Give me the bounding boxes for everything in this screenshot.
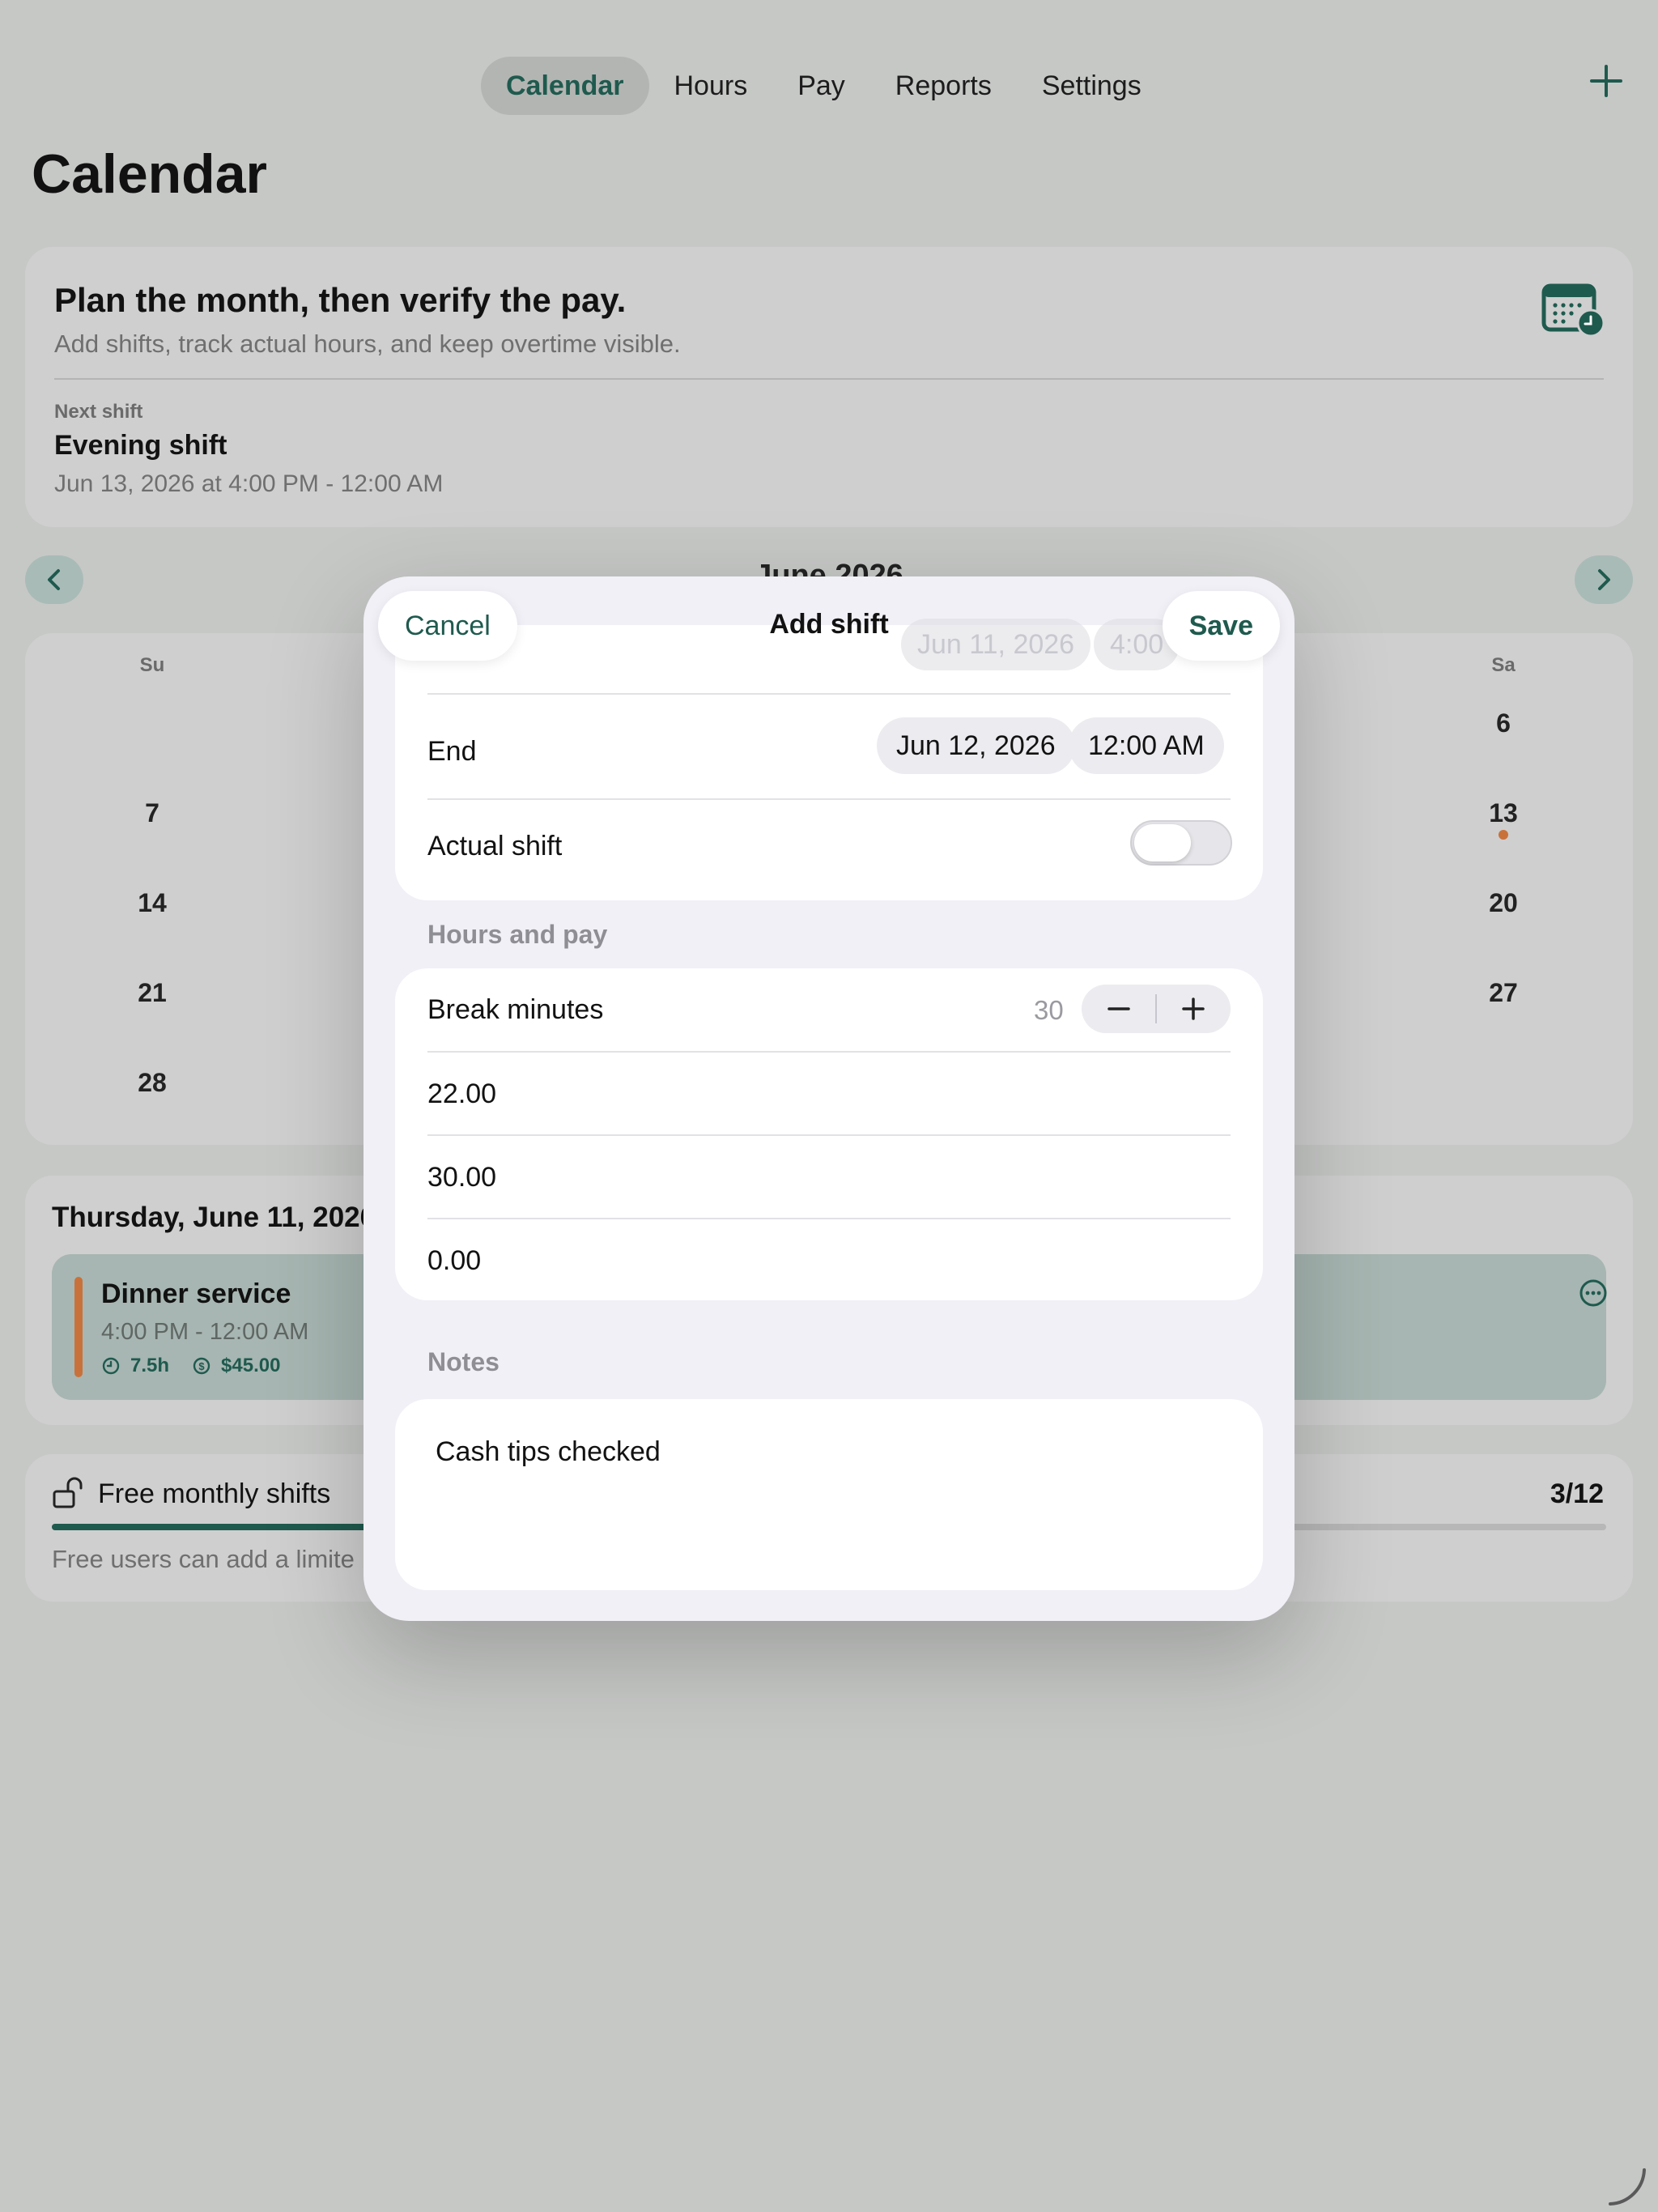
row-divider: [427, 693, 1231, 695]
tab-reports[interactable]: Reports: [870, 57, 1017, 115]
hours-pay-group: Break minutes 30 22.00 30.00 0.00: [395, 968, 1263, 1300]
summary-divider: [54, 378, 1604, 380]
summary-card: Plan the month, then verify the pay. Add…: [25, 247, 1633, 527]
summary-subtitle: Add shifts, track actual hours, and keep…: [54, 330, 681, 358]
calendar-day[interactable]: 28: [120, 1068, 185, 1098]
pay-field-2[interactable]: 30.00: [427, 1162, 496, 1193]
next-shift-label: Next shift: [54, 401, 143, 423]
svg-text:$: $: [198, 1360, 205, 1372]
end-date-picker[interactable]: Jun 12, 2026: [877, 717, 1075, 774]
tab-pay[interactable]: Pay: [772, 57, 870, 115]
next-month-button[interactable]: [1575, 555, 1633, 604]
notes-header: Notes: [427, 1347, 500, 1376]
next-shift-name: Evening shift: [54, 430, 227, 461]
actual-shift-label: Actual shift: [427, 831, 563, 861]
notes-field[interactable]: Cash tips checked: [395, 1399, 1263, 1590]
selected-day-title: Thursday, June 11, 2026: [52, 1202, 376, 1233]
weekday-saturday: Sa: [1491, 654, 1516, 676]
end-time-picker[interactable]: 12:00 AM: [1069, 717, 1224, 774]
actual-shift-toggle[interactable]: [1130, 820, 1232, 866]
row-divider: [427, 798, 1231, 800]
break-minutes-stepper[interactable]: [1082, 985, 1231, 1033]
plus-icon[interactable]: [1156, 985, 1231, 1033]
sheet-header: Jun 11, 2026 4:00 Cancel Add shift Save: [363, 576, 1295, 682]
summary-title: Plan the month, then verify the pay.: [54, 281, 627, 319]
clock-icon: [102, 1357, 120, 1375]
calendar-day[interactable]: 13: [1471, 798, 1536, 828]
notes-text: Cash tips checked: [436, 1436, 661, 1467]
shift-meta: 7.5h $ $45.00: [101, 1355, 280, 1377]
weekday-sunday: Su: [139, 654, 165, 676]
add-shift-sheet: End Jun 12, 2026 12:00 AM Actual shift H…: [363, 576, 1295, 1621]
tab-calendar[interactable]: Calendar: [481, 57, 649, 115]
shift-hours: 7.5h: [130, 1355, 170, 1376]
row-divider: [427, 1134, 1231, 1136]
calendar-day[interactable]: 6: [1471, 708, 1536, 738]
pay-field-1[interactable]: 22.00: [427, 1078, 496, 1110]
page-title: Calendar: [32, 143, 267, 205]
calendar-day[interactable]: 27: [1471, 978, 1536, 1008]
resize-handle-icon: [1609, 2168, 1646, 2206]
next-shift-time: Jun 13, 2026 at 4:00 PM - 12:00 AM: [54, 470, 444, 497]
shift-pay: $45.00: [221, 1355, 281, 1376]
shift-name: Dinner service: [101, 1278, 291, 1309]
row-divider: [427, 1051, 1231, 1053]
unlocked-lock-icon: [53, 1477, 83, 1508]
calendar-day[interactable]: 14: [120, 888, 185, 918]
free-plan-title: Free monthly shifts: [98, 1478, 331, 1509]
chevron-right-icon: [1598, 569, 1610, 590]
calendar-day[interactable]: 7: [120, 798, 185, 828]
hours-pay-header: Hours and pay: [427, 920, 608, 949]
shift-color-bar: [74, 1277, 83, 1377]
sheet-title: Add shift: [769, 609, 889, 640]
save-button[interactable]: Save: [1162, 591, 1280, 661]
more-options-icon[interactable]: [1579, 1278, 1608, 1308]
dollar-icon: $: [193, 1357, 210, 1375]
pay-field-3[interactable]: 0.00: [427, 1245, 481, 1277]
shift-time: 4:00 PM - 12:00 AM: [101, 1319, 309, 1345]
free-plan-count: 3/12: [1550, 1478, 1604, 1509]
calendar-day[interactable]: 20: [1471, 888, 1536, 918]
top-tab-bar: Calendar Hours Pay Reports Settings: [481, 57, 1167, 115]
add-icon[interactable]: [1588, 63, 1624, 99]
tab-settings[interactable]: Settings: [1017, 57, 1167, 115]
tab-hours[interactable]: Hours: [649, 57, 773, 115]
row-divider: [427, 1218, 1231, 1219]
free-plan-description: Free users can add a limite: [52, 1545, 355, 1573]
event-indicator-dot: [1499, 830, 1508, 840]
toggle-knob: [1134, 824, 1191, 861]
minus-icon[interactable]: [1082, 985, 1156, 1033]
break-minutes-value: 30: [1034, 995, 1064, 1025]
calendar-clock-icon: [1541, 283, 1605, 338]
calendar-day[interactable]: 21: [120, 978, 185, 1008]
